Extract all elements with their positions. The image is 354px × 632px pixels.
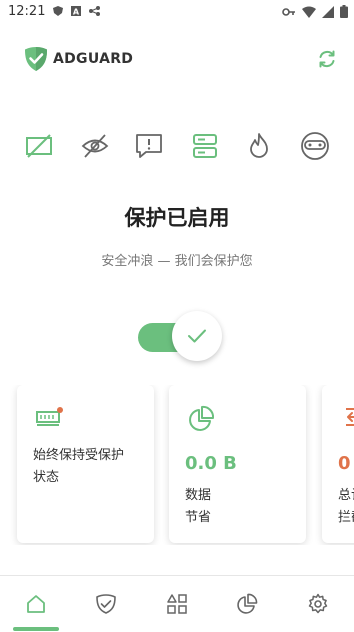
data-saved-card[interactable]: 0.0 B 数据 节省 <box>169 385 306 543</box>
vpn-key-icon <box>282 7 295 16</box>
bottom-navigation <box>0 575 354 632</box>
toggle-knob <box>172 311 222 361</box>
nav-home[interactable] <box>11 576 61 632</box>
blocked-total-value: 0 <box>338 453 351 474</box>
svg-text:A: A <box>73 8 80 17</box>
stealth-icon <box>301 132 329 160</box>
system-icons <box>282 5 348 18</box>
protection-status-subtitle: 安全冲浪 — 我们会保护您 <box>101 254 253 269</box>
active-tab-indicator <box>13 627 59 631</box>
stealth-mode-feature[interactable] <box>299 130 331 162</box>
network-notification-icon <box>89 6 100 16</box>
tracking-protection-feature[interactable] <box>79 130 111 162</box>
protection-toggle[interactable] <box>138 311 222 361</box>
status-time: 12:21 <box>8 4 46 19</box>
info-cards: 始终保持受保护 状态 0.0 B 数据 节省 0 总计 拦截 <box>0 385 354 545</box>
check-icon <box>188 329 206 343</box>
nav-protection[interactable] <box>81 576 131 632</box>
ad-block-icon <box>26 134 52 158</box>
status-bar: 12:21 A <box>0 0 354 24</box>
ad-blocking-feature[interactable] <box>23 130 55 162</box>
signal-icon <box>322 5 334 18</box>
annoyances-feature[interactable] <box>133 130 165 162</box>
a-notification-icon: A <box>71 6 81 17</box>
statistics-icon <box>237 593 258 614</box>
dns-protection-feature[interactable] <box>189 130 221 162</box>
data-saved-value: 0.0 B <box>185 453 237 474</box>
device-status-icon <box>36 407 63 426</box>
brand-name: ADGUARD <box>53 51 134 67</box>
gear-icon <box>308 593 328 614</box>
blocked-total-line2: 拦截 <box>338 510 354 525</box>
firewall-feature[interactable] <box>243 130 275 162</box>
data-saved-label: 数据 节省 <box>185 485 211 529</box>
tracking-protection-icon <box>81 134 109 158</box>
apps-icon <box>167 594 187 614</box>
card-status-line1: 始终保持受保护 <box>33 448 125 463</box>
protection-status-title: 保护已启用 <box>124 206 230 230</box>
nav-statistics[interactable] <box>222 576 272 632</box>
card-status-line2: 状态 <box>33 470 60 485</box>
notification-icons: A <box>52 5 101 17</box>
app-header: ADGUARD <box>0 44 354 76</box>
blocked-arrow-icon <box>346 408 354 426</box>
protection-status-card[interactable]: 始终保持受保护 状态 <box>17 385 154 543</box>
dns-icon <box>193 134 217 158</box>
blocked-total-line1: 总计 <box>338 488 354 503</box>
refresh-icon[interactable] <box>316 48 338 70</box>
annoyances-icon <box>136 134 162 158</box>
shield-icon <box>96 594 116 614</box>
pie-chart-icon <box>189 405 215 431</box>
blocked-total-card[interactable]: 0 总计 拦截 <box>322 385 354 543</box>
home-icon <box>27 595 45 613</box>
blocked-total-label: 总计 拦截 <box>338 485 354 529</box>
adguard-notification-icon <box>53 6 63 16</box>
shield-logo-icon <box>25 47 47 71</box>
firewall-icon <box>250 133 268 158</box>
card-status-text: 始终保持受保护 状态 <box>33 445 124 489</box>
battery-icon <box>340 5 348 18</box>
nav-apps[interactable] <box>152 576 202 632</box>
feature-icons-row <box>0 130 354 162</box>
nav-settings[interactable] <box>293 576 343 632</box>
data-saved-line2: 节省 <box>185 510 212 525</box>
wifi-icon <box>302 6 316 18</box>
adguard-logo: ADGUARD <box>24 46 133 72</box>
data-saved-line1: 数据 <box>185 488 212 503</box>
